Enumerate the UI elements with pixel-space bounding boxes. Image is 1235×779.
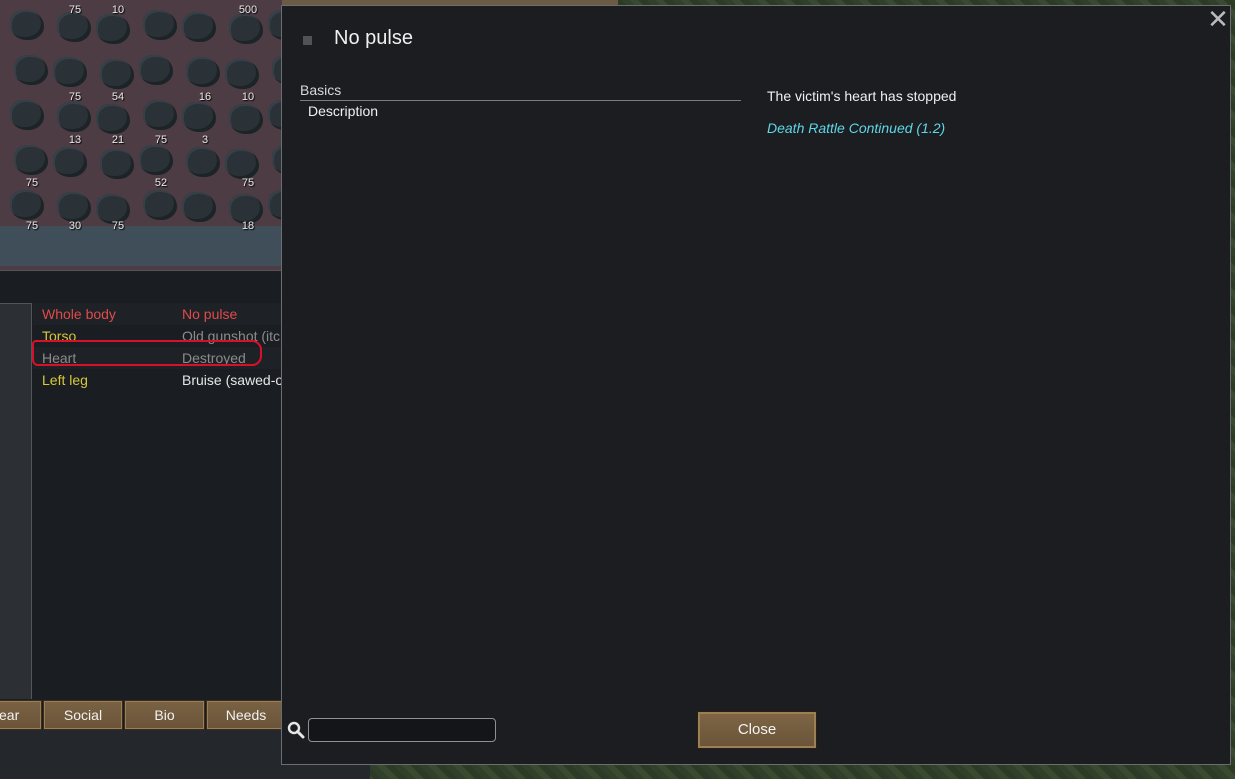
stack-count-label: 75 — [25, 220, 39, 232]
stack-count-label: 54 — [111, 91, 125, 103]
stockpile-zone[interactable]: 75 10 500 75 54 16 10 13 21 75 3 75 52 75 75 30 75 18 — [0, 0, 282, 270]
stack-count-label: 16 — [198, 91, 212, 103]
inspect-tab-bar: ear Social Bio Needs — [0, 700, 286, 730]
hediff-icon — [303, 36, 312, 45]
stone-chunk[interactable] — [100, 59, 134, 89]
health-overview-column — [0, 303, 32, 699]
stone-chunk[interactable] — [10, 10, 44, 40]
stack-count-label: 18 — [241, 220, 255, 232]
stone-chunk[interactable] — [225, 149, 259, 179]
stone-chunk[interactable] — [57, 12, 91, 42]
stone-chunk[interactable] — [182, 192, 216, 222]
stone-chunk[interactable] — [57, 102, 91, 132]
body-part-label: Left leg — [42, 372, 88, 388]
tab-gear[interactable]: ear — [0, 700, 42, 730]
stack-count-label: 21 — [111, 134, 125, 146]
close-icon[interactable]: ✕ — [1204, 6, 1232, 34]
stone-chunk[interactable] — [14, 55, 48, 85]
stack-count-label: 75 — [154, 134, 168, 146]
tab-social[interactable]: Social — [43, 700, 123, 730]
stone-chunk[interactable] — [182, 12, 216, 42]
health-row-whole-body[interactable]: Whole body No pulse — [33, 303, 282, 325]
mod-source-label: Death Rattle Continued (1.2) — [767, 120, 946, 136]
description-text: The victim's heart has stopped — [767, 88, 957, 104]
stack-count-label: 75 — [25, 177, 39, 189]
stone-chunk[interactable] — [182, 102, 216, 132]
stone-chunk[interactable] — [143, 10, 177, 40]
stone-chunk[interactable] — [53, 57, 87, 87]
search-input[interactable] — [308, 718, 496, 742]
body-part-label: Whole body — [42, 306, 116, 322]
stone-chunk[interactable] — [57, 192, 91, 222]
stat-row-description[interactable]: Description — [308, 103, 378, 119]
stack-count-label: 13 — [68, 134, 82, 146]
stack-count-label: 52 — [154, 177, 168, 189]
search-icon — [287, 721, 305, 739]
section-header-basics: Basics — [300, 82, 741, 101]
health-row-left-leg[interactable]: Left leg Bruise (sawed-o — [33, 369, 282, 391]
tab-bio[interactable]: Bio — [124, 700, 205, 730]
stack-count-label: 30 — [68, 220, 82, 232]
stack-count-label: 10 — [111, 4, 125, 16]
condition-label: Bruise (sawed-o — [182, 372, 282, 388]
stone-chunk[interactable] — [268, 10, 282, 40]
dialog-title: No pulse — [334, 27, 413, 49]
stone-chunk[interactable] — [268, 100, 282, 130]
stone-chunk[interactable] — [96, 104, 130, 134]
close-button[interactable]: Close — [697, 711, 817, 749]
stack-count-label: 500 — [238, 4, 258, 16]
stack-count-label: 75 — [241, 177, 255, 189]
stone-chunk[interactable] — [14, 145, 48, 175]
stone-chunk[interactable] — [229, 14, 263, 44]
stone-chunk[interactable] — [186, 147, 220, 177]
stone-chunk[interactable] — [10, 100, 44, 130]
tab-needs[interactable]: Needs — [206, 700, 286, 730]
stone-chunk[interactable] — [53, 147, 87, 177]
health-tab-panel: Whole body No pulse Torso Old gunshot (i… — [0, 270, 282, 700]
heart-annotation-circle — [32, 340, 262, 366]
stone-chunk[interactable] — [139, 145, 173, 175]
stone-chunk[interactable] — [10, 190, 44, 220]
condition-label: No pulse — [182, 306, 238, 322]
stone-chunk[interactable] — [143, 100, 177, 130]
stone-chunk[interactable] — [229, 104, 263, 134]
stone-chunk[interactable] — [268, 190, 282, 220]
stack-count-label: 75 — [68, 4, 82, 16]
stack-count-label: 3 — [201, 134, 209, 146]
stone-chunk[interactable] — [139, 55, 173, 85]
stone-chunk[interactable] — [186, 57, 220, 87]
stone-chunk[interactable] — [96, 14, 130, 44]
stack-count-label: 75 — [68, 91, 82, 103]
stack-count-label: 75 — [111, 220, 125, 232]
stone-chunk[interactable] — [143, 190, 177, 220]
stone-wall — [0, 226, 282, 266]
stack-count-label: 10 — [241, 91, 255, 103]
info-dialog: No pulse ✕ Basics Description The victim… — [281, 5, 1231, 765]
stone-chunk[interactable] — [225, 59, 259, 89]
stone-chunk[interactable] — [100, 149, 134, 179]
